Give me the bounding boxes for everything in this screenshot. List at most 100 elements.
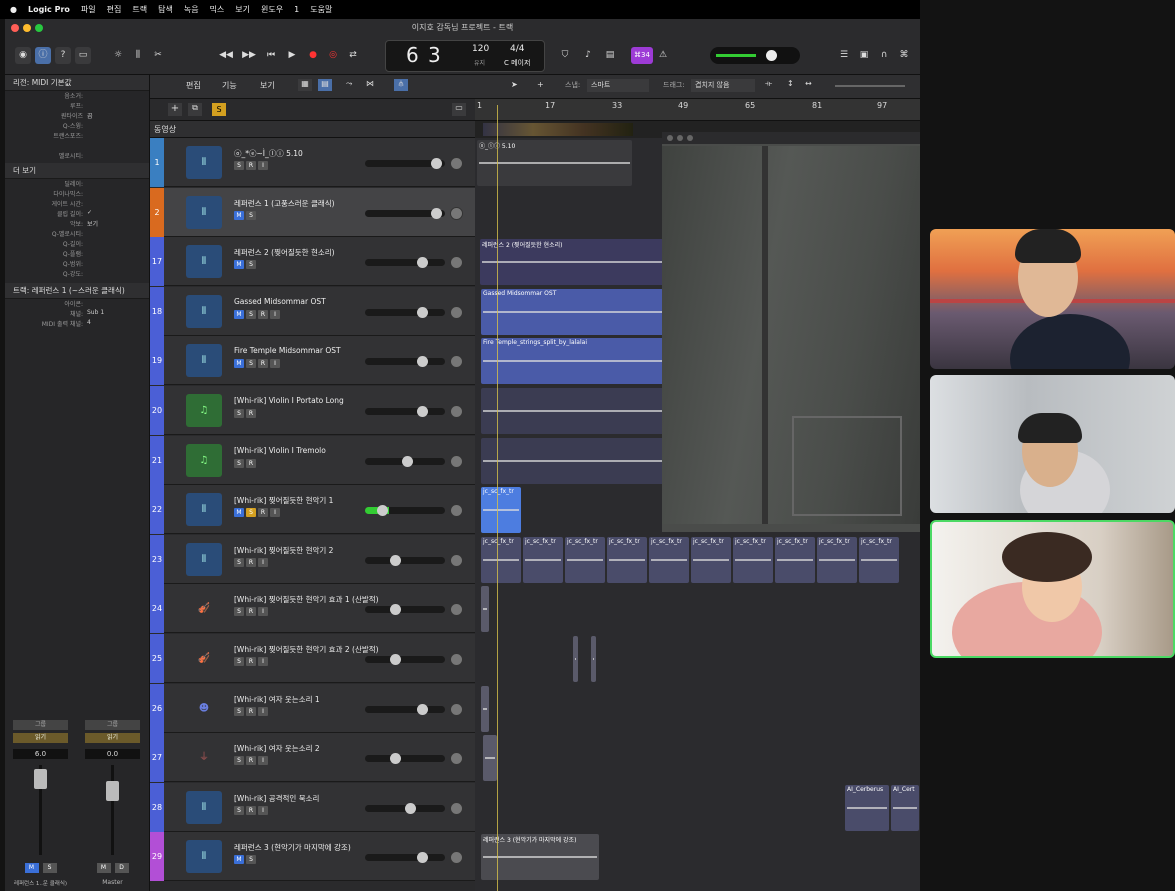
vertical-zoom-icon[interactable]: ↕ <box>787 79 794 88</box>
track-header[interactable]: 17 ⦀ 레퍼런스 2 (찢어질듯한 현소리) M S <box>150 237 475 287</box>
record-enable-button[interactable]: R <box>246 657 256 666</box>
audio-region[interactable]: Fire Temple_strings_split_by_lalalai <box>481 338 671 385</box>
track-volume-fader[interactable] <box>365 455 445 467</box>
track-volume-fader[interactable] <box>365 852 445 864</box>
play-button[interactable]: ▶ <box>284 47 300 64</box>
solo-button[interactable]: S <box>234 756 244 766</box>
menu-window[interactable]: 윈도우 <box>261 4 283 15</box>
toolbar-toggle-icon[interactable]: ▭ <box>75 47 91 64</box>
solo-button[interactable]: S <box>234 557 244 567</box>
lcd-display[interactable]: 6 3 120 유지 4/4 C 메이저 <box>385 40 545 72</box>
fader-handle[interactable] <box>402 455 413 467</box>
inspector-row-value[interactable]: ✓ <box>87 209 92 219</box>
input-monitor-button[interactable]: I <box>258 706 268 716</box>
audio-region[interactable]: jc_sc_fx_tr <box>775 536 815 583</box>
track-volume-fader[interactable] <box>365 604 445 616</box>
zoom-slider[interactable] <box>835 85 905 87</box>
track-header[interactable]: 2 ⦀ 레퍼런스 1 (고풍스러운 클래식) M S <box>150 187 475 237</box>
record-enable-button[interactable]: R <box>246 409 256 418</box>
more-header[interactable]: 더 보기 <box>5 163 149 179</box>
pan-knob[interactable] <box>450 355 463 369</box>
record-enable-button[interactable]: R <box>246 607 256 617</box>
view-menu[interactable]: 보기 <box>260 80 275 91</box>
solo-button[interactable]: S <box>234 458 244 468</box>
fader-handle-2[interactable] <box>106 781 119 801</box>
audio-region[interactable] <box>481 437 671 484</box>
fader-handle[interactable] <box>377 505 388 517</box>
count-in-badge[interactable]: ⌘34 <box>631 47 653 64</box>
list-view-icon[interactable]: ▤ <box>318 79 332 91</box>
fader-handle[interactable] <box>431 207 442 219</box>
pan-knob[interactable] <box>450 206 463 220</box>
audio-region[interactable]: jc_sc_fx_tr <box>859 536 899 583</box>
ruler[interactable]: 1 17 33 49 65 81 97 <box>475 99 920 121</box>
record-button[interactable]: ● <box>305 47 321 64</box>
audio-region[interactable]: jc_sc_fx_tr <box>481 536 521 583</box>
minimize-button[interactable] <box>23 24 31 32</box>
zoom-button[interactable] <box>35 24 43 32</box>
input-monitor-button[interactable]: I <box>258 805 268 815</box>
menu-navigate[interactable]: 탐색 <box>158 4 173 15</box>
record-enable-button[interactable]: R <box>246 706 256 716</box>
solo-button[interactable]: S <box>234 161 244 170</box>
audio-region[interactable]: AI_Cerberus <box>845 784 889 831</box>
track-header[interactable]: 27 ⏚ [Whi-rik] 여자 웃는소리 2 SRI <box>150 733 475 783</box>
drag-select[interactable]: 겹치지 않음 <box>691 79 755 92</box>
movie-window[interactable] <box>662 132 920 532</box>
track-inspector-header[interactable]: 트랙: 레퍼런스 1 (~스러운 클래식) <box>5 283 149 299</box>
track-header[interactable]: 25 🎻 [Whi-rik] 찢어질듯한 현악기 효과 2 (산발적) S R I <box>150 634 475 683</box>
pan-knob[interactable] <box>450 553 463 567</box>
input-monitor-button[interactable]: I <box>258 657 268 666</box>
track-volume-fader[interactable] <box>365 158 445 169</box>
pan-knob[interactable] <box>450 504 463 518</box>
track-header[interactable]: 28 ⦀ [Whi-rik] 공격적인 북소리 S R I <box>150 782 475 832</box>
audio-region[interactable] <box>573 636 578 682</box>
input-monitor-button[interactable]: I <box>258 607 268 617</box>
snap-select[interactable]: 스마트 <box>587 79 649 92</box>
track-header[interactable]: 19 ⦀ Fire Temple Midsommar OST M S R I <box>150 336 475 386</box>
pan-knob[interactable] <box>450 653 463 666</box>
notepad-icon[interactable]: ▣ <box>857 47 871 64</box>
audio-region[interactable]: jc_sc_fx_tr <box>481 487 521 534</box>
solo-button[interactable]: S <box>234 409 244 418</box>
capture-record-button[interactable]: ◎ <box>325 47 341 64</box>
audio-region[interactable]: 레퍼런스 2 (찢어질듯한 현소리) <box>480 239 670 286</box>
go-to-start-button[interactable]: ⏮ <box>263 47 279 64</box>
audio-region[interactable] <box>481 586 489 633</box>
movie-close-button[interactable] <box>667 135 673 141</box>
track-volume-fader[interactable] <box>365 554 445 566</box>
track-header[interactable]: 24 🎻 [Whi-rik] 찢어질듯한 현악기 효과 1 (산발적) S R I <box>150 584 475 634</box>
automation-icon[interactable]: ⫛ <box>394 79 408 91</box>
track-volume-fader[interactable] <box>365 802 445 814</box>
horizontal-zoom-icon[interactable]: ↔ <box>805 79 812 88</box>
audio-region[interactable]: Gassed Midsommar OST <box>481 288 671 335</box>
pan-knob[interactable] <box>450 603 463 617</box>
track-volume-fader[interactable] <box>365 257 445 269</box>
list-editors-icon[interactable]: ☰ <box>837 47 851 64</box>
smart-controls-icon[interactable]: ☼ <box>110 47 126 64</box>
close-button[interactable] <box>11 24 19 32</box>
metronome-icon[interactable]: ⚠ <box>656 47 670 64</box>
movie-zoom-button[interactable] <box>687 135 693 141</box>
track-volume-fader[interactable] <box>365 356 445 368</box>
master-volume-slider[interactable] <box>710 47 800 64</box>
track-header[interactable]: 18 ⦀ Gassed Midsommar OST M S R I <box>150 286 475 336</box>
mute-button[interactable]: M <box>234 359 244 369</box>
track-volume-fader[interactable] <box>365 753 445 765</box>
region-inspector-header[interactable]: 리전: MIDI 기본값 <box>5 75 149 91</box>
fader-handle[interactable] <box>390 753 401 765</box>
apple-icon[interactable]: ● <box>10 5 17 14</box>
browser-icon[interactable]: ⌘ <box>897 47 911 64</box>
solo-button-1[interactable]: S <box>42 863 57 873</box>
record-enable-button[interactable]: R <box>246 161 256 170</box>
fader-handle[interactable] <box>417 356 428 368</box>
record-enable-button[interactable]: R <box>246 756 256 766</box>
mute-button[interactable]: M <box>234 210 244 220</box>
solo-button[interactable]: S <box>246 210 256 220</box>
video-tile-2[interactable] <box>930 375 1175 513</box>
movie-minimize-button[interactable] <box>677 135 683 141</box>
fader-handle[interactable] <box>417 306 428 318</box>
waveform-zoom-icon[interactable]: ⟛ <box>765 79 772 89</box>
volume-handle[interactable] <box>766 50 777 61</box>
fader-handle[interactable] <box>417 257 428 269</box>
